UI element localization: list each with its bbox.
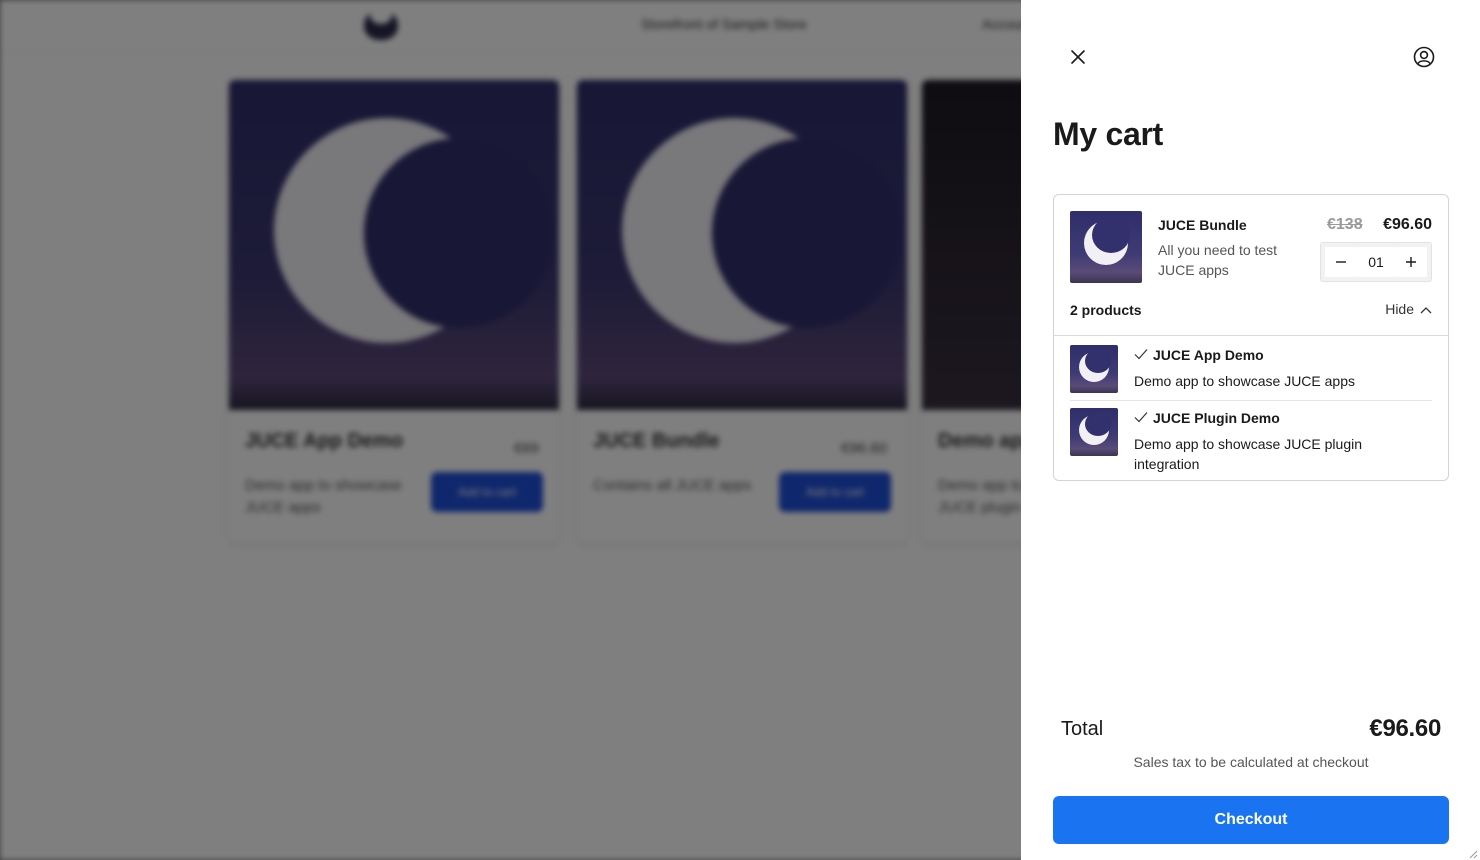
chevron-up-icon	[1420, 301, 1432, 317]
resize-grip-icon[interactable]	[1466, 846, 1478, 859]
cart-item-original-price: €138	[1327, 216, 1363, 233]
cart-item-price: €96.60	[1383, 216, 1432, 233]
quantity-stepper: 01	[1320, 242, 1432, 282]
hide-label: Hide	[1385, 301, 1414, 317]
divider	[1070, 400, 1432, 401]
bundle-product-description: Demo app to showcase JUCE apps	[1134, 373, 1355, 389]
tax-note: Sales tax to be calculated at checkout	[1133, 754, 1369, 770]
bundle-products-header: 2 products Hide	[1070, 301, 1432, 321]
cart-item-name: JUCE Bundle	[1158, 217, 1247, 233]
checkout-button[interactable]: Checkout	[1053, 796, 1449, 844]
divider	[1054, 335, 1448, 336]
account-circle-icon[interactable]	[1408, 41, 1440, 73]
bundle-product-name: JUCE App Demo	[1153, 347, 1264, 363]
plus-icon[interactable]	[1395, 247, 1427, 277]
total-value: €96.60	[1369, 715, 1441, 742]
cart-item-description: All you need to test JUCE apps	[1158, 242, 1278, 278]
cart-title: My cart	[1053, 116, 1163, 152]
bundle-product-title: JUCE App Demo	[1134, 347, 1264, 363]
quantity-value[interactable]: 01	[1357, 247, 1395, 277]
cart-drawer: My cart JUCE Bundle All you need to test…	[1021, 0, 1480, 860]
minus-icon[interactable]	[1325, 247, 1357, 277]
total-label: Total	[1061, 718, 1104, 740]
cart-item-card: JUCE Bundle All you need to test JUCE ap…	[1053, 194, 1449, 481]
product-thumbnail	[1070, 408, 1118, 456]
products-count: 2 products	[1070, 302, 1142, 318]
close-icon[interactable]	[1062, 41, 1094, 73]
checkmark-icon	[1134, 347, 1148, 363]
product-thumbnail	[1070, 345, 1118, 393]
bundle-product-title: JUCE Plugin Demo	[1134, 410, 1280, 426]
hide-products-toggle[interactable]: Hide	[1385, 301, 1432, 317]
bundle-product-description: Demo app to showcase JUCE plugin integra…	[1134, 436, 1363, 472]
checkmark-icon	[1134, 410, 1148, 426]
product-thumbnail	[1070, 211, 1142, 283]
bundle-product-name: JUCE Plugin Demo	[1153, 410, 1280, 426]
